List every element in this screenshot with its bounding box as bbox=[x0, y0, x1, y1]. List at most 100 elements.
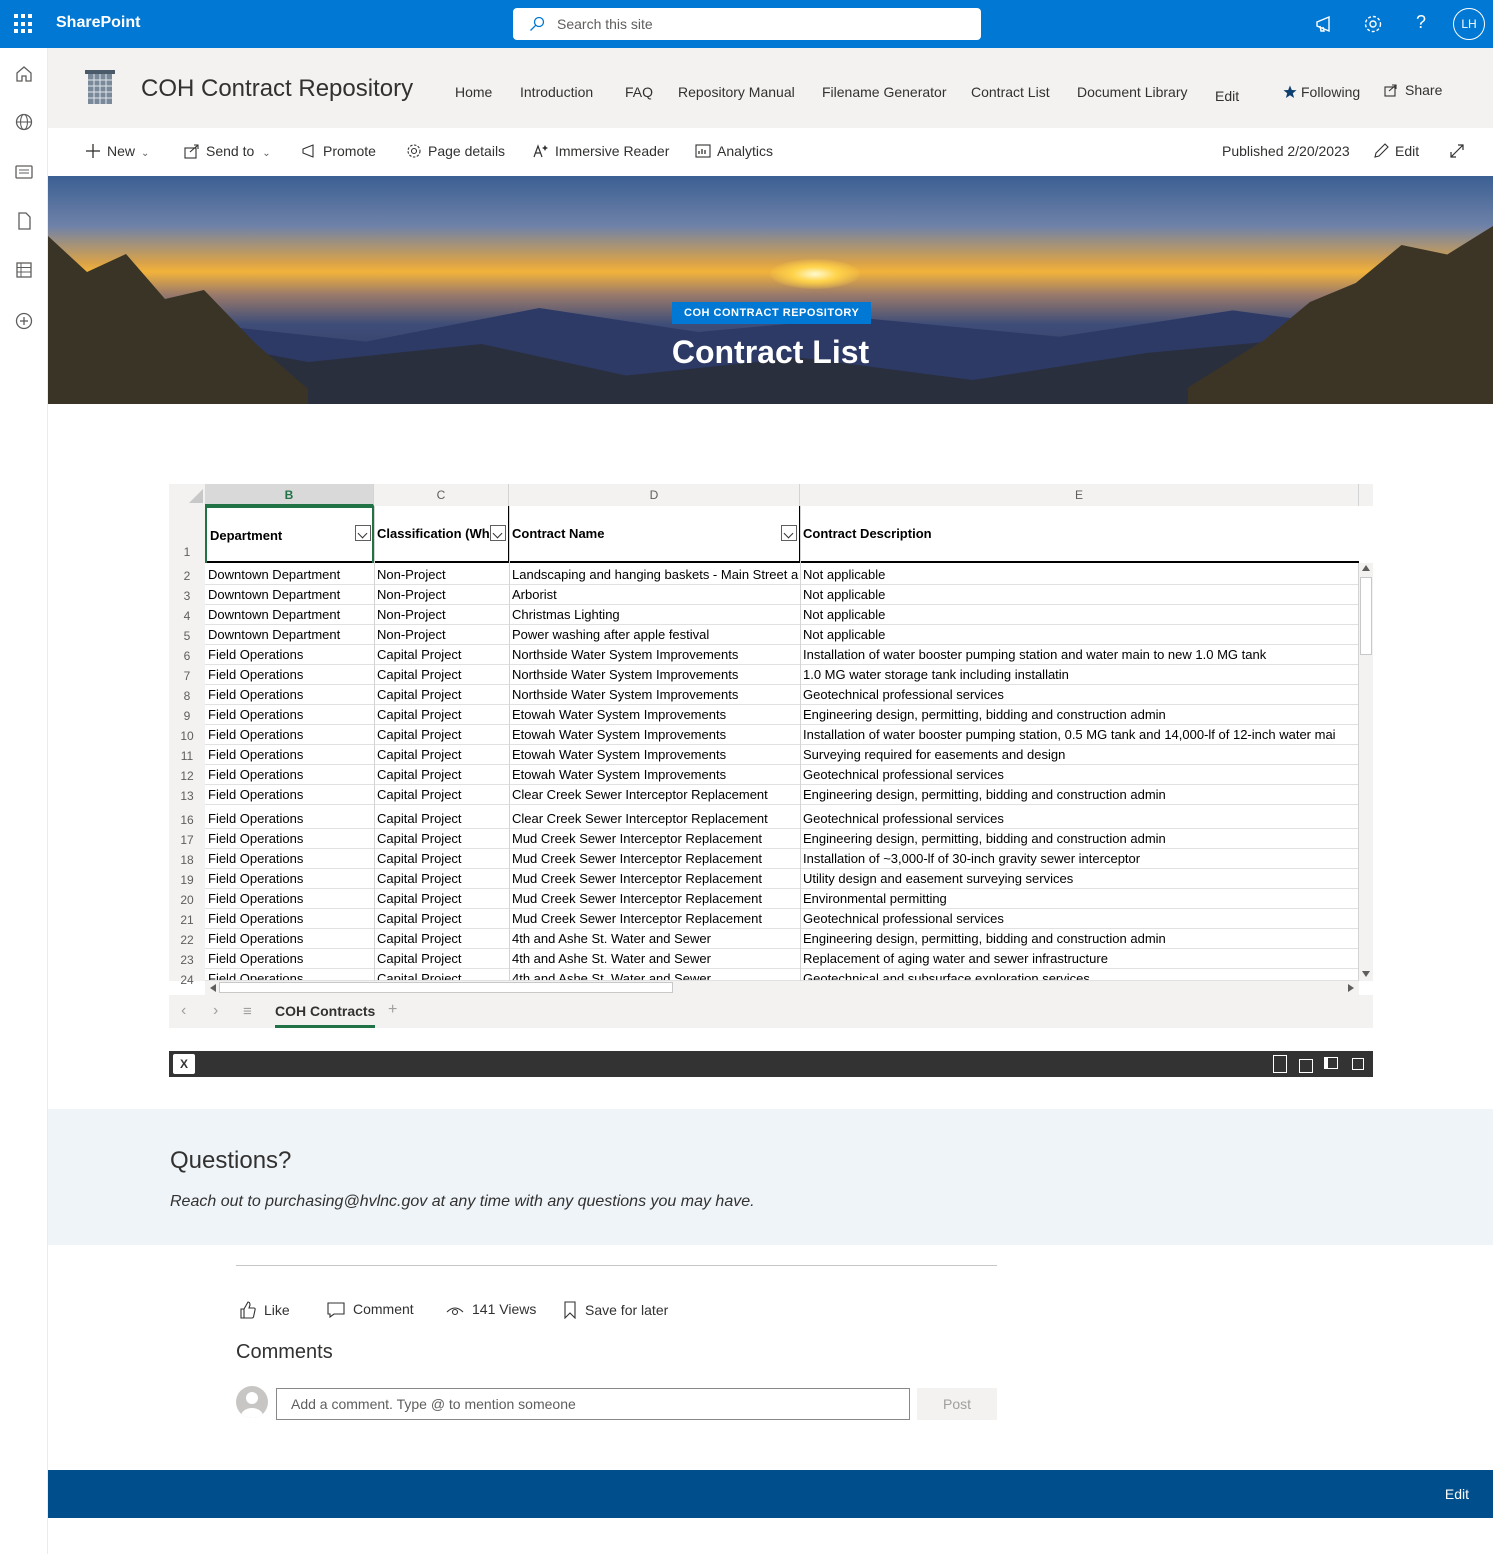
cell-desc[interactable]: Not applicable bbox=[800, 587, 1359, 602]
cell-name[interactable]: Northside Water System Improvements bbox=[509, 667, 800, 682]
new-button[interactable]: New ⌄ bbox=[85, 143, 149, 159]
cell-name[interactable]: Mud Creek Sewer Interceptor Replacement bbox=[509, 851, 800, 866]
sharepoint-brand[interactable]: SharePoint bbox=[56, 14, 140, 32]
cell-name[interactable]: Etowah Water System Improvements bbox=[509, 727, 800, 742]
download-icon[interactable] bbox=[1273, 1055, 1287, 1073]
cell-cls[interactable]: Capital Project bbox=[374, 687, 509, 702]
cell-name[interactable]: Mud Creek Sewer Interceptor Replacement bbox=[509, 891, 800, 906]
cell-name[interactable]: Etowah Water System Improvements bbox=[509, 767, 800, 782]
cell-desc[interactable]: Geotechnical professional services bbox=[800, 767, 1359, 782]
scroll-right-arrow[interactable] bbox=[1348, 984, 1354, 992]
scroll-down-arrow[interactable] bbox=[1362, 971, 1370, 977]
cell-cls[interactable]: Capital Project bbox=[374, 707, 509, 722]
search-box[interactable]: Search this site bbox=[513, 8, 981, 40]
cell-dept[interactable]: Downtown Department bbox=[205, 567, 374, 582]
cell-name[interactable]: Mud Creek Sewer Interceptor Replacement bbox=[509, 831, 800, 846]
cell-cls[interactable]: Capital Project bbox=[374, 851, 509, 866]
nav-contract-list[interactable]: Contract List bbox=[971, 84, 1050, 100]
cell-desc[interactable]: Not applicable bbox=[800, 627, 1359, 642]
cell-name[interactable]: Power washing after apple festival bbox=[509, 627, 800, 642]
cell-cls[interactable]: Capital Project bbox=[374, 727, 509, 742]
cell-desc[interactable]: Engineering design, permitting, bidding … bbox=[800, 787, 1359, 802]
expand-icon[interactable] bbox=[1449, 143, 1471, 159]
cell-desc[interactable]: Geotechnical professional services bbox=[800, 911, 1359, 926]
sheet-tab-coh-contracts[interactable]: COH Contracts bbox=[275, 1003, 376, 1028]
cell-cls[interactable]: Capital Project bbox=[374, 931, 509, 946]
nav-introduction[interactable]: Introduction bbox=[520, 84, 593, 100]
cell-name[interactable]: Northside Water System Improvements bbox=[509, 647, 800, 662]
cell-dept[interactable]: Field Operations bbox=[205, 871, 374, 886]
cell-dept[interactable]: Field Operations bbox=[205, 911, 374, 926]
nav-home[interactable]: Home bbox=[455, 84, 492, 100]
cell-name[interactable]: Etowah Water System Improvements bbox=[509, 747, 800, 762]
cell-dept[interactable]: Field Operations bbox=[205, 951, 374, 966]
cell-name[interactable]: Mud Creek Sewer Interceptor Replacement bbox=[509, 871, 800, 886]
cell-desc[interactable]: Utility design and easement surveying se… bbox=[800, 871, 1359, 886]
comment-button[interactable]: Comment bbox=[327, 1301, 414, 1319]
cell-name[interactable]: 4th and Ashe St. Water and Sewer bbox=[509, 951, 800, 966]
cell-cls[interactable]: Capital Project bbox=[374, 831, 509, 846]
page-details-button[interactable]: Page details bbox=[406, 143, 505, 159]
sheet-prev-icon[interactable]: ‹ bbox=[181, 1002, 186, 1020]
cell-name[interactable]: Landscaping and hanging baskets - Main S… bbox=[509, 567, 800, 582]
cell-desc[interactable]: Engineering design, permitting, bidding … bbox=[800, 931, 1359, 946]
lists-icon[interactable] bbox=[14, 260, 34, 280]
horizontal-scrollbar[interactable] bbox=[205, 981, 1359, 995]
cell-name[interactable]: Clear Creek Sewer Interceptor Replacemen… bbox=[509, 811, 800, 826]
edit-page-button[interactable]: Edit bbox=[1373, 143, 1419, 159]
sheet-list-icon[interactable]: ≡ bbox=[243, 1003, 252, 1020]
cell-dept[interactable]: Downtown Department bbox=[205, 587, 374, 602]
promote-button[interactable]: Promote bbox=[301, 143, 376, 159]
save-for-later-button[interactable]: Save for later bbox=[563, 1301, 668, 1320]
scroll-left-arrow[interactable] bbox=[210, 984, 216, 992]
cell-dept[interactable]: Field Operations bbox=[205, 971, 374, 980]
comment-input[interactable]: Add a comment. Type @ to mention someone bbox=[276, 1388, 910, 1420]
cell-dept[interactable]: Field Operations bbox=[205, 687, 374, 702]
cell-desc[interactable]: Not applicable bbox=[800, 607, 1359, 622]
site-title[interactable]: COH Contract Repository bbox=[141, 75, 413, 103]
excel-logo-icon[interactable]: X bbox=[173, 1054, 195, 1074]
cell-dept[interactable]: Field Operations bbox=[205, 667, 374, 682]
nav-faq[interactable]: FAQ bbox=[625, 84, 653, 100]
cell-cls[interactable]: Non-Project bbox=[374, 627, 509, 642]
cell-dept[interactable]: Field Operations bbox=[205, 707, 374, 722]
cell-dept[interactable]: Downtown Department bbox=[205, 607, 374, 622]
cell-desc[interactable]: Installation of water booster pumping st… bbox=[800, 727, 1359, 742]
cell-dept[interactable]: Field Operations bbox=[205, 851, 374, 866]
globe-icon[interactable] bbox=[14, 112, 34, 132]
sheet-next-icon[interactable]: › bbox=[213, 1002, 218, 1020]
search-input[interactable]: Search this site bbox=[557, 16, 653, 32]
cell-name[interactable]: Etowah Water System Improvements bbox=[509, 707, 800, 722]
cell-cls[interactable]: Capital Project bbox=[374, 787, 509, 802]
cell-desc[interactable]: Installation of water booster pumping st… bbox=[800, 647, 1359, 662]
cell-desc[interactable]: Engineering design, permitting, bidding … bbox=[800, 831, 1359, 846]
share-button[interactable]: Share bbox=[1384, 82, 1442, 98]
create-plus-icon[interactable] bbox=[14, 311, 34, 331]
cell-cls[interactable]: Capital Project bbox=[374, 871, 509, 886]
cell-desc[interactable]: Replacement of aging water and sewer inf… bbox=[800, 951, 1359, 966]
file-icon[interactable] bbox=[14, 211, 34, 231]
cell-cls[interactable]: Capital Project bbox=[374, 891, 509, 906]
details-view-icon[interactable] bbox=[1324, 1057, 1338, 1069]
cell-cls[interactable]: Capital Project bbox=[374, 951, 509, 966]
cell-cls[interactable]: Capital Project bbox=[374, 767, 509, 782]
site-logo[interactable] bbox=[84, 68, 116, 108]
scroll-thumb[interactable] bbox=[1360, 577, 1372, 655]
scroll-up-arrow[interactable] bbox=[1362, 565, 1370, 571]
send-to-button[interactable]: Send to ⌄ bbox=[184, 143, 271, 159]
cell-dept[interactable]: Field Operations bbox=[205, 727, 374, 742]
settings-gear-icon[interactable] bbox=[1361, 12, 1385, 36]
add-sheet-icon[interactable]: + bbox=[388, 1001, 397, 1019]
nav-repository-manual[interactable]: Repository Manual bbox=[678, 84, 795, 100]
cell-dept[interactable]: Field Operations bbox=[205, 831, 374, 846]
cell-name[interactable]: 4th and Ashe St. Water and Sewer bbox=[509, 931, 800, 946]
immersive-reader-button[interactable]: Immersive Reader bbox=[533, 143, 669, 159]
cell-name[interactable]: 4th and Ashe St. Water and Sewer bbox=[509, 971, 800, 980]
cell-desc[interactable]: Installation of ~3,000-lf of 30-inch gra… bbox=[800, 851, 1359, 866]
nav-edit[interactable]: Edit bbox=[1215, 88, 1239, 104]
cell-cls[interactable]: Non-Project bbox=[374, 587, 509, 602]
post-button[interactable]: Post bbox=[917, 1388, 997, 1420]
scroll-thumb[interactable] bbox=[219, 982, 673, 993]
cell-dept[interactable]: Field Operations bbox=[205, 767, 374, 782]
cell-desc[interactable]: Environmental permitting bbox=[800, 891, 1359, 906]
